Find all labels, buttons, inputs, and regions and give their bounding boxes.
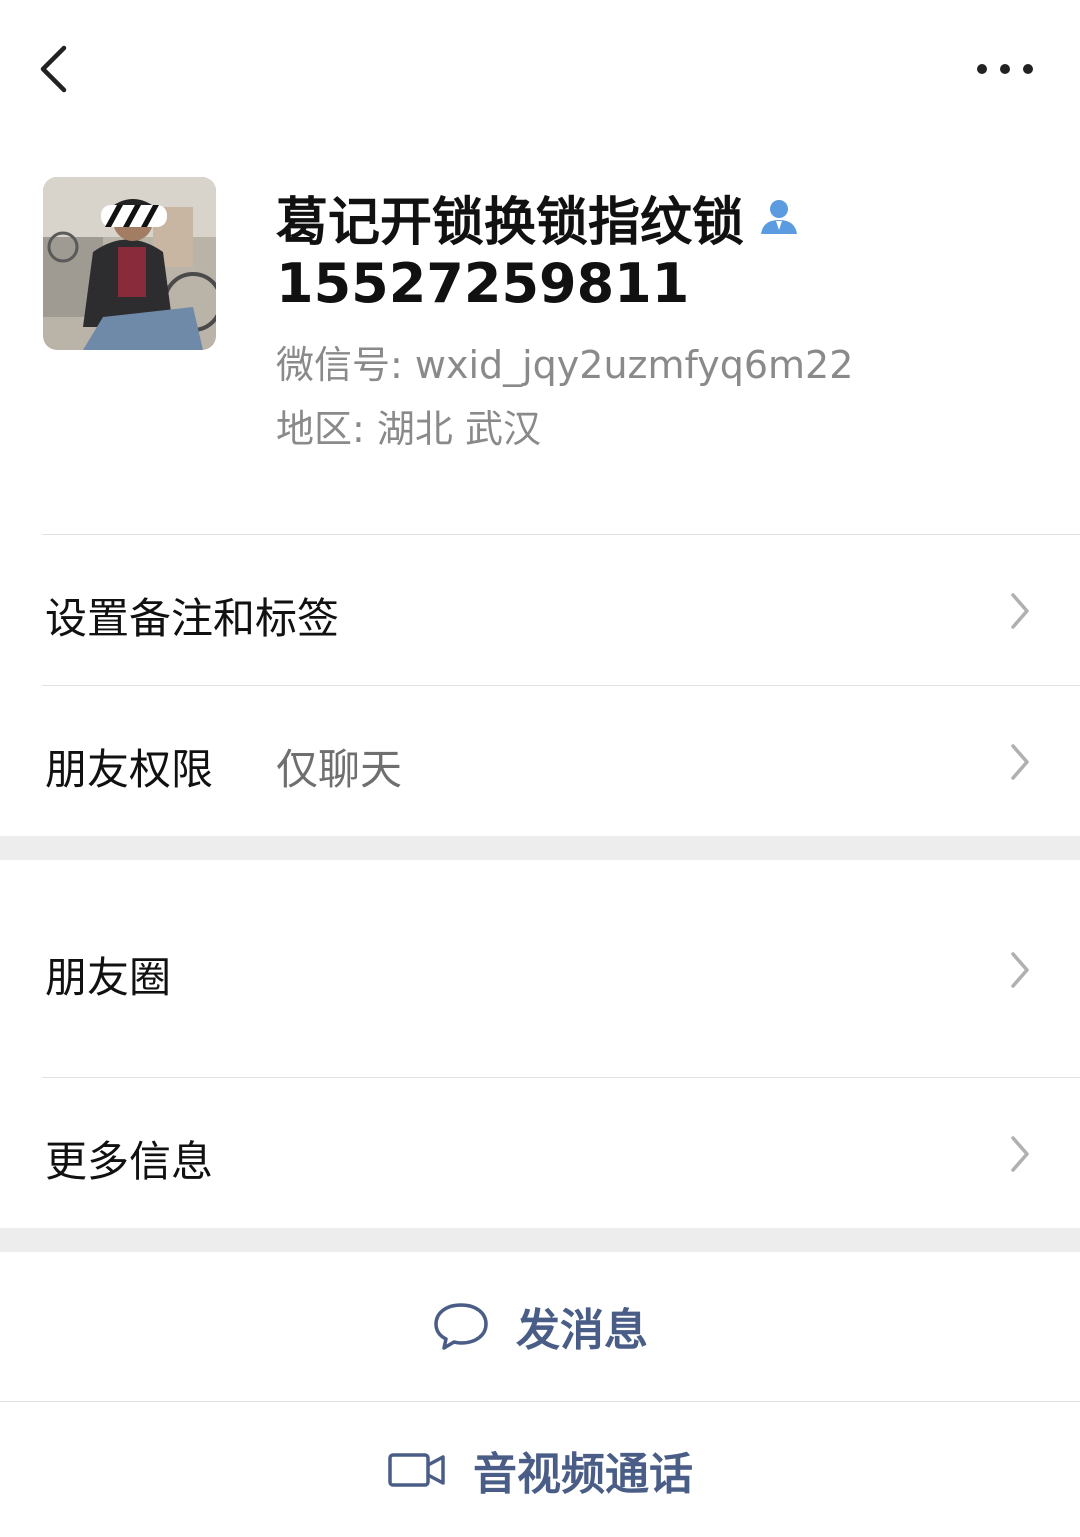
video-camera-icon [388,1452,445,1487]
more-info-label: 更多信息 [45,1137,214,1186]
friend-permission-value: 仅聊天 [276,745,403,794]
remark-tags-row[interactable]: 设置备注和标签 [0,535,1080,685]
phone-number: 15527259811 [276,252,690,315]
back-button[interactable] [30,36,90,102]
name-line: 葛记开锁换锁指纹锁 [276,184,802,253]
chat-bubble-icon [434,1303,488,1350]
remark-tags-label: 设置备注和标签 [45,594,340,643]
send-message-button[interactable]: 发消息 [0,1252,1080,1400]
friend-permission-row[interactable]: 朋友权限 仅聊天 [0,686,1080,836]
top-bar [0,0,1080,140]
chevron-right-icon [1011,1136,1029,1172]
send-message-label: 发消息 [516,1305,648,1356]
chevron-right-icon [1011,744,1029,780]
friend-permission-label: 朋友权限 [45,745,214,794]
profile-header: 葛记开锁换锁指纹锁 15527259811 微信号: wxid_jqy2uzmf… [0,170,1080,470]
chevron-right-icon [1011,952,1029,988]
ellipsis-icon [977,64,1033,74]
moments-row[interactable]: 朋友圈 [0,860,1080,1076]
section-gap [0,836,1080,860]
section-gap [0,1228,1080,1252]
more-button[interactable] [970,40,1040,100]
contact-name: 葛记开锁换锁指纹锁 [276,192,745,253]
avatar[interactable] [43,177,216,350]
moments-label: 朋友圈 [45,953,172,1002]
video-call-label: 音视频通话 [473,1448,693,1500]
avatar-photo [43,177,216,350]
more-info-row[interactable]: 更多信息 [0,1078,1080,1228]
person-icon [761,200,798,234]
region: 地区: 湖北 武汉 [276,407,541,451]
wechat-id: 微信号: wxid_jqy2uzmfyq6m22 [276,343,854,387]
chevron-right-icon [1011,593,1029,629]
video-call-button[interactable]: 音视频通话 [0,1402,1080,1537]
chevron-left-icon [40,45,67,93]
